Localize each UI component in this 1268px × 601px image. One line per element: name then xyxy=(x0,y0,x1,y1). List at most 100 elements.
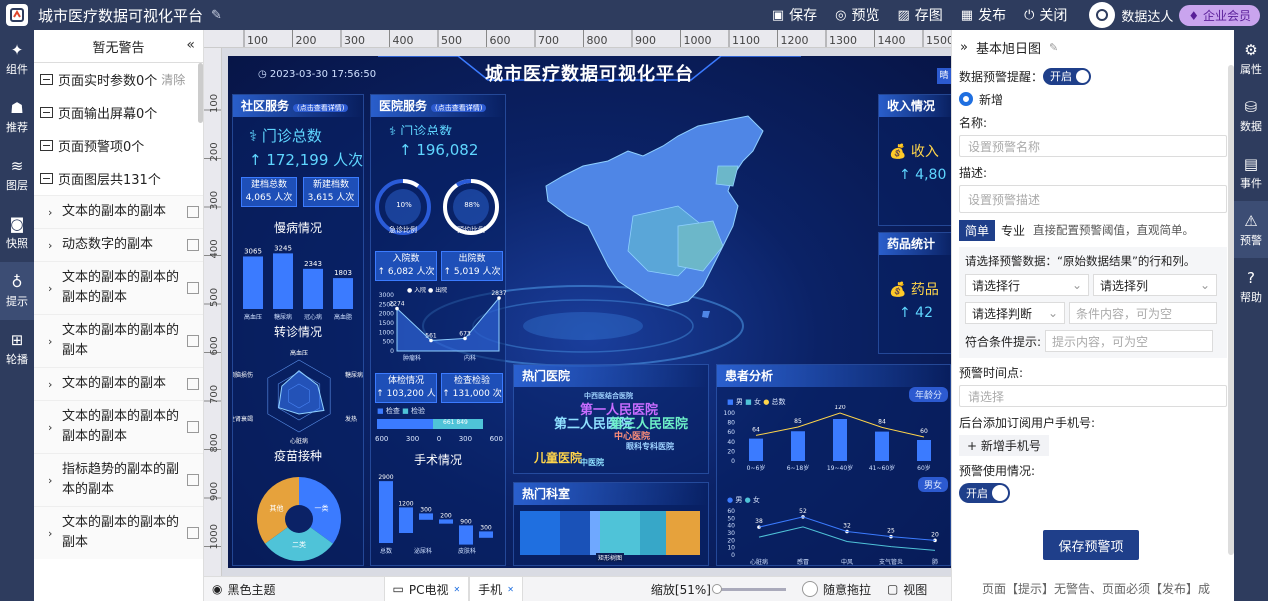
app-title: 城市医疗数据可视化平台 xyxy=(38,6,204,25)
slider-handle[interactable] xyxy=(711,583,722,594)
alert-toggle[interactable]: 开启 xyxy=(1043,67,1092,85)
desc-input[interactable]: 设置预警描述 xyxy=(959,185,1227,213)
admission-chart[interactable]: 3000250020001500100050002274561 6732837肿瘤… xyxy=(371,287,507,367)
layer-item[interactable]: › 文本的副本的副本的副本 xyxy=(34,314,203,367)
theme-selector[interactable]: ◉ 黑色主题 xyxy=(204,577,284,601)
nav-layers[interactable]: ≋ 图层 xyxy=(0,146,34,204)
dashboard-screen[interactable]: ◷ 2023-03-30 17:56:50 城市医疗数据可视化平台 晴 社区服务… xyxy=(228,56,951,568)
judge-select[interactable]: 请选择判断 ⌄ xyxy=(965,302,1065,324)
lock-icon[interactable] xyxy=(187,282,199,294)
chevron-right-icon[interactable]: › xyxy=(48,206,62,219)
layer-item[interactable]: › 文本的副本的副本的副本 xyxy=(34,506,203,559)
income-panel[interactable]: 收入情况 💰 收入 ↑ 4,80 xyxy=(878,94,951,226)
drug-panel[interactable]: 药品统计 💰 药品 ↑ 42 xyxy=(878,232,951,354)
add-phone-button[interactable]: + 新增手机号 xyxy=(959,435,1049,456)
layer-item[interactable]: › 文本的副本的副本的副本的副本 xyxy=(34,261,203,314)
lock-icon[interactable] xyxy=(187,421,199,433)
weather-button[interactable]: 晴 xyxy=(937,68,951,84)
nav-recommend[interactable]: ☗ 推荐 xyxy=(0,88,34,146)
chevron-right-icon[interactable]: › xyxy=(48,335,62,348)
free-drag-toggle[interactable]: 随意拖拉 xyxy=(794,577,879,601)
data-label: 200 xyxy=(440,512,452,519)
chronic-chart[interactable]: 3065 高血压 3245 糖尿病 2343 冠心病 1803 高血脂 xyxy=(233,237,365,327)
close-button[interactable]: ⏻ 关闭 xyxy=(1024,5,1067,25)
community-panel[interactable]: 社区服务 (点击查看详情) ⚕ 门诊总数 ↑ 172,199 人次 建档总数 4,0… xyxy=(232,94,364,566)
clear-button[interactable]: 清除 xyxy=(161,71,185,88)
exam-bar[interactable] xyxy=(371,415,507,451)
nav-component[interactable]: ✦ 组件 xyxy=(0,30,34,88)
close-icon[interactable]: ✕ xyxy=(507,585,514,594)
layer-item[interactable]: › 文本的副本的副本的副本的副本 xyxy=(34,400,203,453)
chevron-right-icon[interactable]: › xyxy=(48,474,62,487)
lock-icon[interactable] xyxy=(187,527,199,539)
hot-dept-panel[interactable]: 热门科室 矩形树图 xyxy=(513,482,709,566)
edit-icon[interactable]: ✎ xyxy=(1049,41,1058,54)
member-badge[interactable]: ♦ 企业会员 xyxy=(1179,4,1260,26)
china-map[interactable] xyxy=(528,106,788,326)
layer-item[interactable]: › 动态数字的副本 xyxy=(34,228,203,261)
edit-title-icon[interactable]: ✎ xyxy=(211,8,222,23)
layer-item[interactable]: › 文本的副本的副本 xyxy=(34,195,203,228)
patient-panel[interactable]: 患者分析 年龄分 ■ 男 ■ 女 ● 总数 100 80 60 40 20 0 64 0~6岁… xyxy=(716,364,951,566)
expand-icon[interactable]: » xyxy=(960,40,968,55)
username[interactable]: 数据达人 xyxy=(1121,6,1173,25)
tab-simple[interactable]: 简单 xyxy=(959,219,996,241)
col-select[interactable]: 请选择列 ⌄ xyxy=(1093,274,1217,296)
time-input[interactable]: 请选择 xyxy=(959,385,1227,407)
lock-icon[interactable] xyxy=(187,239,199,251)
preview-button[interactable]: ◎ 预览 xyxy=(835,5,879,25)
save-button[interactable]: ▣ 保存 xyxy=(772,5,817,25)
usage-toggle[interactable]: 开启 xyxy=(959,483,1010,503)
zoom-slider[interactable] xyxy=(711,583,786,594)
name-input[interactable]: 设置预警名称 xyxy=(959,135,1227,157)
nav-tip[interactable]: ♁ 提示 xyxy=(0,262,34,320)
nav-property[interactable]: ⚙ 属性 xyxy=(1234,30,1268,87)
chevron-right-icon[interactable]: › xyxy=(48,282,62,295)
avatar[interactable] xyxy=(1089,2,1116,28)
community-hint[interactable]: (点击查看详情) xyxy=(293,104,349,112)
lock-icon[interactable] xyxy=(187,335,199,347)
close-icon[interactable]: ✕ xyxy=(453,585,460,594)
nav-snapshot[interactable]: ◙ 快照 xyxy=(0,204,34,262)
lock-icon[interactable] xyxy=(187,206,199,218)
nav-alert[interactable]: ⚠ 预警 xyxy=(1234,201,1268,258)
tab-pc[interactable]: ▭ PC电视 ✕ xyxy=(383,576,470,601)
tab-pro[interactable]: 专业 xyxy=(995,220,1031,241)
zoom-control[interactable]: 缩放[51%] xyxy=(643,577,794,601)
nav-event[interactable]: ▤ 事件 xyxy=(1234,144,1268,201)
hot-hospital-panel[interactable]: 热门医院 中西医结合医院 第一人民医院 第二人民医院 第三人民医院 中心医院 眼… xyxy=(513,364,709,474)
tab-mobile[interactable]: 手机 ✕ xyxy=(469,576,523,601)
collapse-icon[interactable]: « xyxy=(186,37,195,53)
lock-icon[interactable] xyxy=(187,474,199,486)
match-input[interactable]: 提示内容，可为空 xyxy=(1045,330,1214,352)
left-scrollbar[interactable] xyxy=(198,63,203,123)
layer-item[interactable]: › 文本的副本的副本 xyxy=(34,367,203,400)
condition-input[interactable]: 条件内容，可为空 xyxy=(1069,302,1217,324)
view-button[interactable]: ▢ 视图 xyxy=(879,577,935,601)
chevron-right-icon[interactable]: › xyxy=(48,378,62,391)
save-alert-button[interactable]: 保存预警项 xyxy=(1043,530,1139,560)
publish-button[interactable]: ▦ 发布 xyxy=(961,5,1006,25)
lock-icon[interactable] xyxy=(187,378,199,390)
hospital-hint[interactable]: (点击查看详情) xyxy=(431,104,487,112)
nav-carousel[interactable]: ⊞ 轮播 xyxy=(0,320,34,378)
radio-icon[interactable] xyxy=(959,92,973,106)
snapshot-button[interactable]: ▨ 存图 xyxy=(897,5,942,25)
row-select[interactable]: 请选择行 ⌄ xyxy=(965,274,1089,296)
age-chart[interactable]: 100 80 60 40 20 0 64 0~6岁 85 6~18岁 120 19~40岁 84 41~6… xyxy=(717,405,951,475)
layer-item[interactable]: › 指标趋势的副本的副本的副本 xyxy=(34,453,203,506)
surgery-chart[interactable]: 2900 1200 300 200 900 300 总数 泌尿科 皮肤科 xyxy=(371,469,507,565)
canvas-area[interactable]: ◷ 2023-03-30 17:56:50 城市医疗数据可视化平台 晴 社区服务… xyxy=(222,48,951,576)
gender-tab[interactable]: 男女 xyxy=(917,477,948,492)
radar-chart[interactable]: 高血压糖尿病发热心脏病 慢性肾衰竭 颅脑损伤 xyxy=(233,341,365,451)
age-tab[interactable]: 年龄分 xyxy=(908,387,948,402)
new-radio-row[interactable]: 新增 xyxy=(952,88,1234,110)
disease-chart[interactable]: 605040302010038心脏病52感冒32中风25支气管炎20肺 xyxy=(717,501,951,567)
hospital-panel[interactable]: 医院服务 (点击查看详情) ⚕ 门诊总数 ↑ 196,082 10% 急诊比例 8… xyxy=(370,94,507,566)
chevron-right-icon[interactable]: › xyxy=(48,421,62,434)
chevron-right-icon[interactable]: › xyxy=(48,527,62,540)
nav-help[interactable]: ? 帮助 xyxy=(1234,258,1268,315)
pie-chart[interactable]: 一类二类 其他 xyxy=(233,467,365,567)
chevron-right-icon[interactable]: › xyxy=(48,239,62,252)
nav-data[interactable]: ⛁ 数据 xyxy=(1234,87,1268,144)
